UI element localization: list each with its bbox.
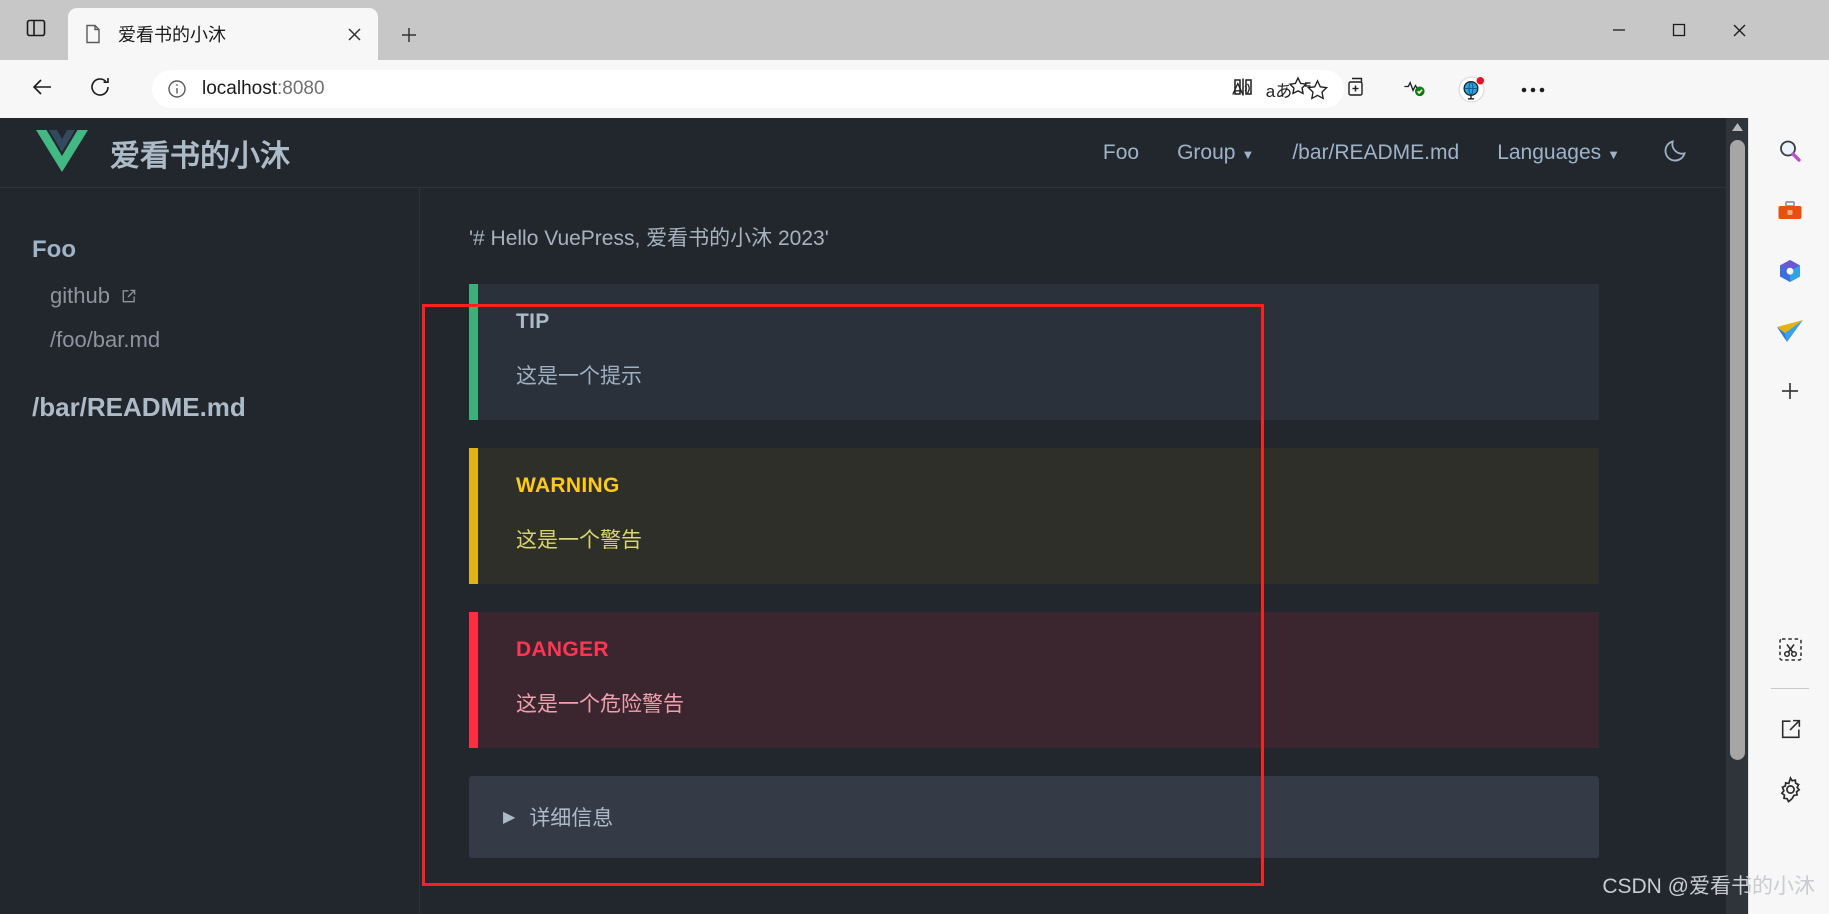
nav-item-bar-readme[interactable]: /bar/README.md xyxy=(1292,141,1459,165)
callout-title: WARNING xyxy=(516,474,620,497)
favorites-icon xyxy=(1288,75,1312,104)
nav-item-label: Foo xyxy=(1102,141,1140,164)
callout-warning: WARNING 这是一个警告 xyxy=(469,448,1599,584)
scroll-up-arrow-icon[interactable] xyxy=(1726,118,1748,136)
add-sidebar-app-icon[interactable] xyxy=(1769,370,1811,412)
tab-actions-button[interactable] xyxy=(14,10,58,50)
intro-line: '# Hello VuePress, 爱看书的小沐 2023' xyxy=(469,227,829,250)
nav-item-group[interactable]: Group ▼ xyxy=(1177,141,1254,165)
page-scrollbar[interactable] xyxy=(1726,118,1748,914)
triangle-right-icon: ▶ xyxy=(503,809,516,826)
split-screen-button[interactable] xyxy=(1222,70,1264,108)
nav-item-foo[interactable]: Foo xyxy=(1103,141,1139,165)
page-viewport: 爱看书的小沐 Foo Group ▼ /bar/README.md Languag… xyxy=(0,118,1748,914)
search-icon[interactable] xyxy=(1769,130,1811,172)
nav-item-label: /bar/README.md xyxy=(1292,141,1460,164)
page-icon xyxy=(82,23,104,45)
outlook-send-icon[interactable] xyxy=(1769,310,1811,352)
favorites-button[interactable] xyxy=(1279,70,1321,108)
watermark: CSDN @爱看书的小沐 xyxy=(1602,875,1815,898)
add-to-collections-icon xyxy=(1345,75,1369,104)
nav-item-label: Group xyxy=(1177,141,1236,164)
window-maximize-button[interactable] xyxy=(1649,0,1709,60)
markdown-body: '# Hello VuePress, 爱看书的小沐 2023' TIP 这是一个… xyxy=(469,222,1599,858)
sidebar-item-label: github xyxy=(50,283,110,308)
sidebar-item-github[interactable]: github xyxy=(0,274,419,318)
close-icon[interactable] xyxy=(340,20,368,48)
back-arrow-icon xyxy=(30,75,54,104)
callout-body: 这是一个警告 xyxy=(516,529,642,552)
vue-logo-icon xyxy=(36,128,88,178)
new-tab-button[interactable] xyxy=(390,16,428,54)
browser-essentials-button[interactable] xyxy=(1393,70,1435,108)
browser-window: 爱看书的小沐 localhost:8080 aあ 爱看书的小沐 Foo Grou… xyxy=(0,0,1829,914)
details-block[interactable]: ▶ 详细信息 xyxy=(469,776,1599,858)
tab-title: 爱看书的小沐 xyxy=(118,25,226,45)
site-title: 爱看书的小沐 xyxy=(110,139,290,173)
tools-briefcase-icon[interactable] xyxy=(1769,190,1811,232)
settings-gear-icon[interactable] xyxy=(1769,768,1811,810)
browser-essentials-icon xyxy=(1402,74,1427,104)
sidebar-item-label: /foo/bar.md xyxy=(50,327,161,352)
add-to-collections-button[interactable] xyxy=(1336,70,1378,108)
copilot-button[interactable] xyxy=(1450,70,1492,108)
window-minimize-button[interactable] xyxy=(1589,0,1649,60)
callout-title: DANGER xyxy=(516,638,609,661)
window-close-button[interactable] xyxy=(1709,0,1769,60)
browser-tab[interactable]: 爱看书的小沐 xyxy=(68,8,378,60)
callout-title: TIP xyxy=(516,310,550,333)
address-bar-text: localhost:8080 xyxy=(202,78,1222,100)
external-link-icon xyxy=(120,288,137,305)
callout-tip: TIP 这是一个提示 xyxy=(469,284,1599,420)
sidebar-page-title[interactable]: /bar/README.md xyxy=(0,362,419,433)
site-header: 爱看书的小沐 Foo Group ▼ /bar/README.md Languag… xyxy=(0,118,1726,188)
site-sidebar: Foo github /foo/bar.md /bar/README.md xyxy=(0,188,420,914)
browser-titlebar: 爱看书的小沐 xyxy=(0,0,1829,60)
site-nav: Foo Group ▼ /bar/README.md Languages ▼ xyxy=(1103,118,1692,188)
split-screen-icon xyxy=(1231,75,1255,104)
copilot-globe-icon xyxy=(1458,76,1485,103)
reload-button[interactable] xyxy=(78,67,122,111)
url-host: localhost xyxy=(202,78,277,99)
site-info-icon[interactable] xyxy=(162,74,192,104)
site-brand[interactable]: 爱看书的小沐 xyxy=(36,128,290,178)
browser-toolbar: localhost:8080 aあ xyxy=(0,60,1829,118)
scrollbar-thumb[interactable] xyxy=(1730,140,1745,760)
nav-item-label: Languages xyxy=(1497,141,1602,164)
web-capture-scissors-icon[interactable] xyxy=(1769,628,1811,670)
address-bar[interactable]: localhost:8080 aあ xyxy=(152,70,1344,108)
edge-sidebar xyxy=(1748,118,1829,914)
sidebar-group-title: Foo xyxy=(32,236,76,263)
callout-danger: DANGER 这是一个危险警告 xyxy=(469,612,1599,748)
microsoft-365-icon[interactable] xyxy=(1769,250,1811,292)
dark-mode-toggle[interactable] xyxy=(1658,136,1692,170)
more-options-icon xyxy=(1521,80,1545,98)
more-options-button[interactable] xyxy=(1510,70,1556,108)
callout-body: 这是一个危险警告 xyxy=(516,693,684,716)
back-button[interactable] xyxy=(20,67,64,111)
reload-icon xyxy=(88,75,112,104)
tab-actions-icon xyxy=(25,17,47,44)
chevron-down-icon: ▼ xyxy=(1607,147,1620,162)
details-summary-label: 详细信息 xyxy=(529,807,614,830)
sidebar-divider xyxy=(1771,688,1809,689)
chevron-down-icon: ▼ xyxy=(1241,147,1255,162)
nav-item-languages[interactable]: Languages ▼ xyxy=(1497,141,1620,165)
moon-icon xyxy=(1662,137,1689,169)
open-in-new-window-icon[interactable] xyxy=(1769,708,1811,750)
url-port: :8080 xyxy=(277,78,325,99)
details-summary[interactable]: ▶ 详细信息 xyxy=(503,802,1571,832)
sidebar-item-foo-bar[interactable]: /foo/bar.md xyxy=(0,318,419,362)
page-content: '# Hello VuePress, 爱看书的小沐 2023' TIP 这是一个… xyxy=(421,188,1726,914)
callout-body: 这是一个提示 xyxy=(516,365,642,388)
